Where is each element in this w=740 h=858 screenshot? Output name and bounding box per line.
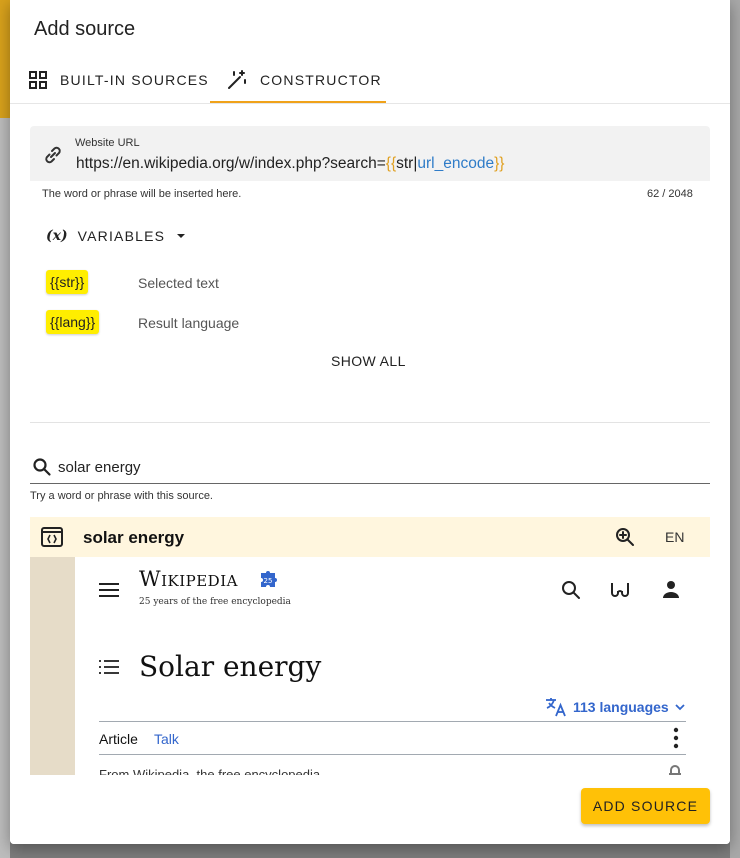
article-title: Solar energy xyxy=(139,650,322,683)
tab-built-in-sources[interactable]: BUILT-IN SOURCES xyxy=(28,56,209,104)
tabs-separator xyxy=(99,754,686,755)
lock-icon xyxy=(667,765,683,775)
add-source-dialog: Add source BUILT-IN SOURCES CONSTRUCTOR … xyxy=(10,0,730,844)
variable-chip-lang[interactable]: {{lang}} xyxy=(46,310,100,334)
hamburger-menu-icon[interactable] xyxy=(99,582,119,598)
search-value: solar energy xyxy=(58,459,141,476)
url-char-counter: 62 / 2048 xyxy=(647,188,693,200)
tab-label: CONSTRUCTOR xyxy=(260,72,382,88)
add-source-button[interactable]: ADD SOURCE xyxy=(581,788,710,824)
grid-icon xyxy=(28,70,48,90)
background-right-edge xyxy=(730,0,740,858)
article-from-line: From Wikipedia, the free encyclopedia xyxy=(99,767,321,775)
wikipedia-page: Wikipedia 25 25 years of the free encycl… xyxy=(75,557,710,775)
caret-down-icon xyxy=(175,230,187,242)
variables-label: VARIABLES xyxy=(77,228,166,244)
website-url-field[interactable]: Website URL https://en.wikipedia.org/w/i… xyxy=(30,126,710,181)
variable-icon: (x) xyxy=(46,228,68,244)
url-helper-text: The word or phrase will be inserted here… xyxy=(42,188,242,200)
preview-language[interactable]: EN xyxy=(665,529,684,545)
link-icon xyxy=(42,144,64,166)
url-field-value[interactable]: https://en.wikipedia.org/w/index.php?sea… xyxy=(76,155,504,173)
translate-icon xyxy=(545,697,567,717)
languages-label: 113 languages xyxy=(573,699,669,715)
wiki-search-icon[interactable] xyxy=(561,580,581,600)
variable-desc-lang: Result language xyxy=(138,315,240,331)
preview-title: solar energy xyxy=(83,528,185,547)
zoom-in-icon[interactable] xyxy=(614,526,636,548)
active-tab-indicator xyxy=(210,101,386,103)
title-separator xyxy=(99,721,686,722)
tab-label: BUILT-IN SOURCES xyxy=(60,72,209,88)
wikipedia-wordmark[interactable]: Wikipedia xyxy=(139,567,238,591)
dialog-title: Add source xyxy=(34,18,136,40)
search-icon xyxy=(32,457,52,477)
puzzle-globe-icon: 25 xyxy=(257,569,281,591)
variables-toggle[interactable]: (x) VARIABLES xyxy=(46,224,187,248)
svg-text:25: 25 xyxy=(264,577,273,585)
more-options-icon[interactable] xyxy=(673,727,679,749)
variable-chip-str[interactable]: {{str}} xyxy=(46,270,89,294)
section-divider xyxy=(30,422,710,423)
user-icon[interactable] xyxy=(661,579,681,599)
languages-button[interactable]: 113 languages xyxy=(545,697,685,717)
table-of-contents-icon[interactable] xyxy=(99,659,119,675)
reading-glasses-icon[interactable] xyxy=(609,579,631,601)
frame-icon xyxy=(40,526,64,548)
chevron-down-icon xyxy=(675,703,685,711)
test-search-input[interactable]: solar energy xyxy=(30,452,710,484)
search-helper-text: Try a word or phrase with this source. xyxy=(30,490,213,502)
magic-wand-icon xyxy=(226,69,248,91)
tab-constructor[interactable]: CONSTRUCTOR xyxy=(210,56,386,104)
preview-header: solar energy EN xyxy=(30,517,710,557)
background-left-edge xyxy=(0,0,10,858)
show-all-button[interactable]: SHOW ALL xyxy=(331,353,406,369)
tab-talk[interactable]: Talk xyxy=(154,731,179,747)
wikipedia-tagline: 25 years of the free encyclopedia xyxy=(139,597,291,607)
tab-article[interactable]: Article xyxy=(99,731,138,747)
url-field-label: Website URL xyxy=(75,137,140,149)
dialog-footer: ADD SOURCE xyxy=(10,775,730,844)
tab-bar: BUILT-IN SOURCES CONSTRUCTOR xyxy=(10,56,730,104)
source-preview: solar energy EN Wikipedia 25 25 years of… xyxy=(30,517,710,775)
variable-desc-str: Selected text xyxy=(138,275,219,291)
